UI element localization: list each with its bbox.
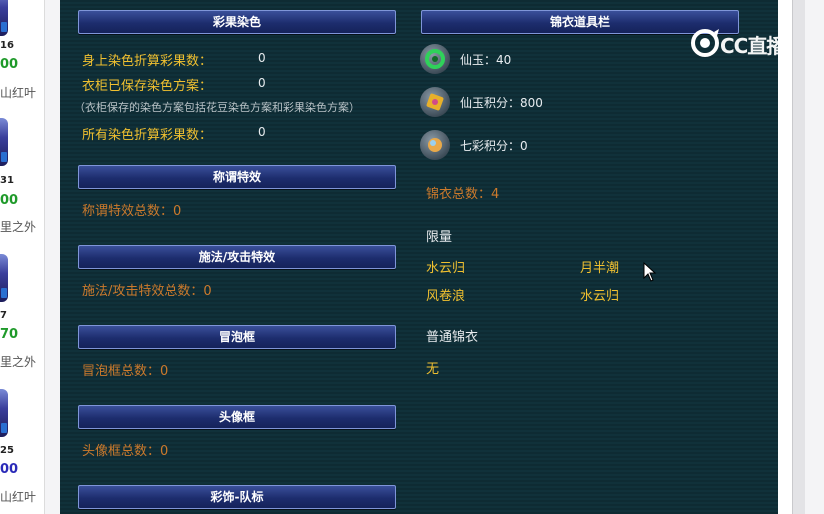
jade-points-label: 仙玉积分：800 [460,96,543,110]
game-panel: 彩果染色 身上染色折算彩果数： 0 衣柜已保存染色方案： 0 （衣柜保存的染色方… [60,0,778,514]
list-item-score: 00 [0,193,19,208]
list-item-number: 25 [0,445,14,456]
limited-item[interactable]: 水云归 [426,257,465,276]
list-item-name: 山红叶 [0,86,37,100]
list-item-number: 31 [0,175,14,186]
avatar [0,254,8,302]
list-item-score: 00 [0,462,19,477]
rainbow-points-icon [420,130,450,160]
list-item-name: 里之外 [0,355,37,369]
list-item-name: 山红叶 [0,490,37,504]
limited-item[interactable]: 风卷浪 [426,285,465,304]
list-item-score: 00 [0,57,19,72]
limited-item[interactable]: 月半潮 [580,257,619,276]
limited-item[interactable]: 水云归 [580,285,619,304]
jade-label: 仙玉：40 [460,53,512,67]
dye-wardrobe-label: 衣柜已保存染色方案： [82,79,213,94]
watermark: CC直播 [690,24,800,64]
jinyi-total: 锦衣总数：4 [426,187,500,202]
section-header-cast-effect: 施法/攻击特效 [78,245,396,269]
avatar [0,118,8,166]
list-item-score: 70 [0,327,19,342]
jade-points-icon [420,87,450,117]
dye-note: （衣柜保存的染色方案包括花豆染色方案和彩果染色方案） [74,101,360,114]
section-header-title-effect: 称谓特效 [78,165,396,189]
dye-body-label: 身上染色折算彩果数： [82,54,213,69]
section-header-bubble: 冒泡框 [78,325,396,349]
normal-title: 普通锦衣 [426,330,479,345]
scrollbar[interactable] [792,0,806,514]
jade-icon [420,44,450,74]
panel-gutter [778,0,792,514]
title-effect-total: 称谓特效总数：0 [82,204,182,219]
avatar [0,0,8,36]
list-item-number: 7 [0,310,7,321]
avatar [0,389,8,437]
cast-effect-total: 施法/攻击特效总数：0 [82,284,212,299]
dye-wardrobe-value: 0 [258,76,266,90]
section-header-dye: 彩果染色 [78,10,396,34]
cc-logo-icon [691,29,719,57]
mouse-cursor-icon [643,262,657,282]
page-edge [805,0,824,514]
left-list: 16 00 山红叶 31 00 里之外 7 70 里之外 25 00 山红叶 [0,0,45,514]
list-item-name: 里之外 [0,220,37,234]
rainbow-points-label: 七彩积分：0 [460,139,528,153]
avatar-frame-total: 头像框总数：0 [82,444,169,459]
section-header-decoration: 彩饰-队标 [78,485,396,509]
section-header-avatar-frame: 头像框 [78,405,396,429]
normal-value: 无 [426,362,440,377]
list-item-number: 16 [0,40,14,51]
bubble-total: 冒泡框总数：0 [82,364,169,379]
watermark-text: CC直播 [720,34,786,58]
dye-total-label: 所有染色折算彩果数： [82,128,213,143]
limited-title: 限量 [426,230,453,245]
dye-body-value: 0 [258,51,266,65]
dye-total-value: 0 [258,125,266,139]
